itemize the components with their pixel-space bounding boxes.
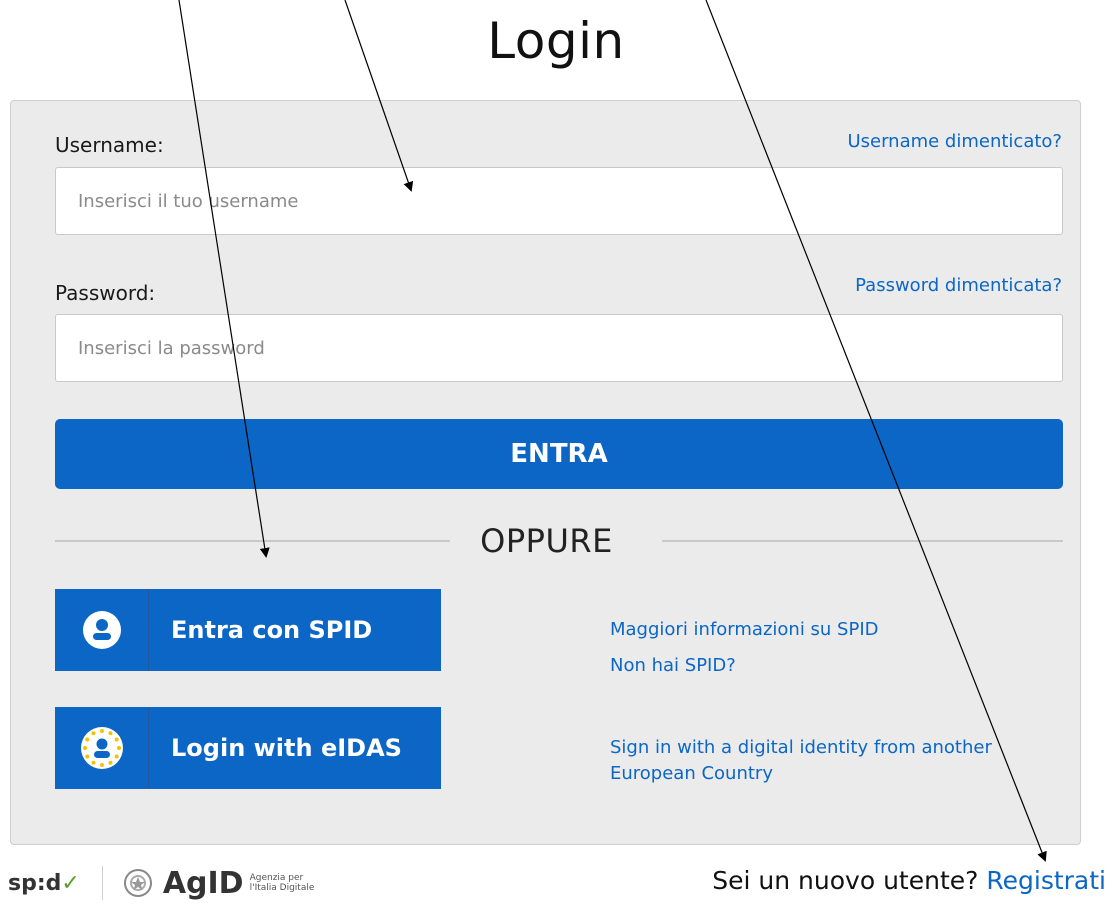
forgot-password-link[interactable]: Password dimenticata?: [855, 275, 1062, 296]
eidas-info-line1: Sign in with a digital identity from ano…: [610, 737, 992, 758]
spid-login-button[interactable]: Entra con SPID: [55, 589, 441, 671]
divider-label: OPPURE: [480, 522, 613, 560]
eidas-info-line2: European Country: [610, 763, 773, 784]
emblem-icon: [123, 869, 152, 897]
new-user-text: Sei un nuovo utente?: [712, 866, 979, 895]
spid-logo-text: sp:d: [8, 870, 62, 896]
footer-logos: sp:d✓ AgID Agenzia per l'Italia Digitale: [8, 863, 314, 903]
spid-logo: sp:d✓: [8, 871, 80, 896]
password-label: Password:: [55, 281, 156, 305]
login-card: Username: Username dimenticato? Password…: [10, 100, 1081, 845]
spid-more-info-link[interactable]: Maggiori informazioni su SPID: [610, 617, 879, 643]
submit-button[interactable]: ENTRA: [55, 419, 1063, 489]
password-input[interactable]: [55, 314, 1063, 382]
agid-sub-line2: l'Italia Digitale: [249, 883, 315, 893]
eidas-login-button[interactable]: Login with eIDAS: [55, 707, 441, 789]
new-user-prompt: Sei un nuovo utente? Registrati: [712, 866, 1106, 895]
page-title: Login: [487, 12, 625, 70]
eidas-button-label: Login with eIDAS: [171, 734, 402, 762]
spid-button-label: Entra con SPID: [171, 616, 373, 644]
forgot-username-link[interactable]: Username dimenticato?: [847, 131, 1062, 152]
username-label: Username:: [55, 133, 164, 157]
agid-subtitle: Agenzia per l'Italia Digitale: [250, 873, 315, 893]
no-spid-link[interactable]: Non hai SPID?: [610, 653, 736, 679]
check-icon: ✓: [61, 870, 80, 896]
agid-logo: AgID: [162, 865, 244, 901]
eidas-info-link[interactable]: Sign in with a digital identity from ano…: [610, 735, 992, 787]
eu-stars-user-icon: [55, 707, 149, 789]
register-link[interactable]: Registrati: [986, 866, 1106, 895]
user-icon: [55, 589, 149, 671]
username-input[interactable]: [55, 167, 1063, 235]
agid-sub-line1: Agenzia per: [249, 873, 304, 883]
logo-separator: [101, 866, 103, 900]
